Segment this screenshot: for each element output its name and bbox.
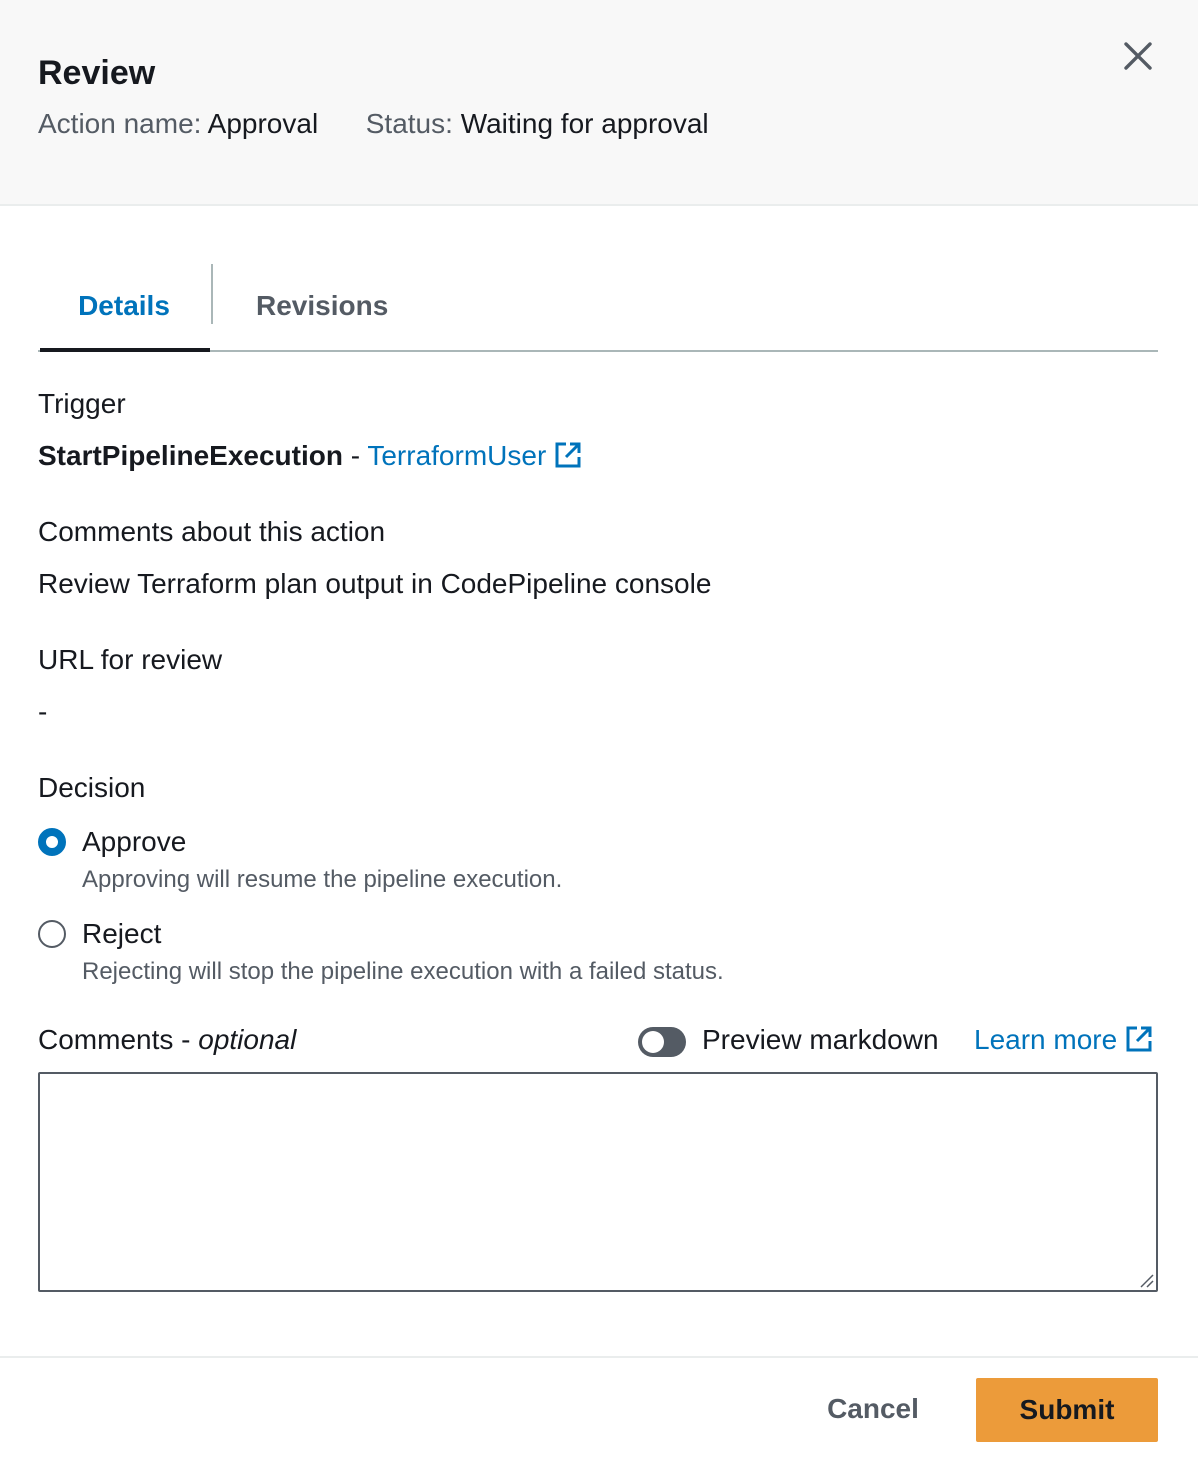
close-button[interactable] bbox=[1116, 34, 1160, 78]
preview-markdown-toggle[interactable] bbox=[638, 1027, 686, 1057]
action-name-value: Approval bbox=[207, 108, 319, 139]
trigger-action: StartPipelineExecution bbox=[38, 440, 343, 471]
url-for-review-value: - bbox=[38, 696, 48, 727]
trigger-user-link[interactable]: TerraformUser bbox=[367, 440, 582, 471]
modal-meta: Action name: Approval Status: Waiting fo… bbox=[38, 108, 709, 140]
decision-label: Decision bbox=[38, 772, 146, 803]
approve-label: Approve bbox=[82, 826, 187, 857]
close-icon bbox=[1124, 42, 1152, 70]
trigger-label: Trigger bbox=[38, 388, 126, 419]
action-name-label: Action name: bbox=[38, 108, 202, 139]
learn-more-link[interactable]: Learn more bbox=[974, 1024, 1153, 1056]
tab-revisions[interactable]: Revisions bbox=[256, 262, 388, 350]
comments-about-label: Comments about this action bbox=[38, 516, 386, 547]
reject-label: Reject bbox=[82, 918, 162, 949]
submit-button[interactable]: Submit bbox=[976, 1378, 1158, 1442]
decision-reject-option[interactable]: Reject bbox=[38, 918, 161, 950]
cancel-button[interactable]: Cancel bbox=[810, 1378, 936, 1440]
preview-markdown-label: Preview markdown bbox=[702, 1024, 939, 1055]
resize-handle-icon[interactable] bbox=[1138, 1272, 1154, 1288]
status-label: Status: bbox=[365, 108, 453, 139]
status-value: Waiting for approval bbox=[460, 108, 709, 139]
approve-description: Approving will resume the pipeline execu… bbox=[82, 866, 563, 893]
external-link-icon bbox=[555, 442, 581, 468]
comments-label: Comments - optional bbox=[38, 1024, 296, 1056]
comments-label-text: Comments - bbox=[38, 1024, 199, 1055]
modal-header: Review Action name: Approval Status: Wai… bbox=[0, 0, 1198, 206]
reject-description: Rejecting will stop the pipeline executi… bbox=[82, 958, 724, 985]
toggle-knob bbox=[642, 1031, 664, 1053]
comments-optional-text: optional bbox=[198, 1024, 297, 1055]
url-for-review-label: URL for review bbox=[38, 644, 223, 675]
modal-title: Review bbox=[38, 54, 156, 92]
decision-approve-option[interactable]: Approve bbox=[38, 826, 186, 858]
trigger-value: StartPipelineExecution - TerraformUser bbox=[38, 440, 582, 472]
approve-radio[interactable] bbox=[38, 828, 66, 856]
learn-more-label: Learn more bbox=[974, 1024, 1118, 1055]
tab-divider bbox=[211, 264, 213, 324]
external-link-icon bbox=[1126, 1026, 1152, 1052]
comments-textarea[interactable] bbox=[38, 1072, 1158, 1292]
trigger-separator: - bbox=[342, 440, 368, 471]
review-modal: Review Action name: Approval Status: Wai… bbox=[0, 0, 1198, 1458]
modal-footer: Cancel Submit bbox=[0, 1356, 1198, 1458]
trigger-user-label: TerraformUser bbox=[367, 440, 547, 471]
tab-details[interactable]: Details bbox=[38, 262, 210, 352]
tab-bar: Details Revisions bbox=[38, 262, 1158, 352]
comments-about-value: Review Terraform plan output in CodePipe… bbox=[38, 568, 712, 599]
reject-radio[interactable] bbox=[38, 920, 66, 948]
